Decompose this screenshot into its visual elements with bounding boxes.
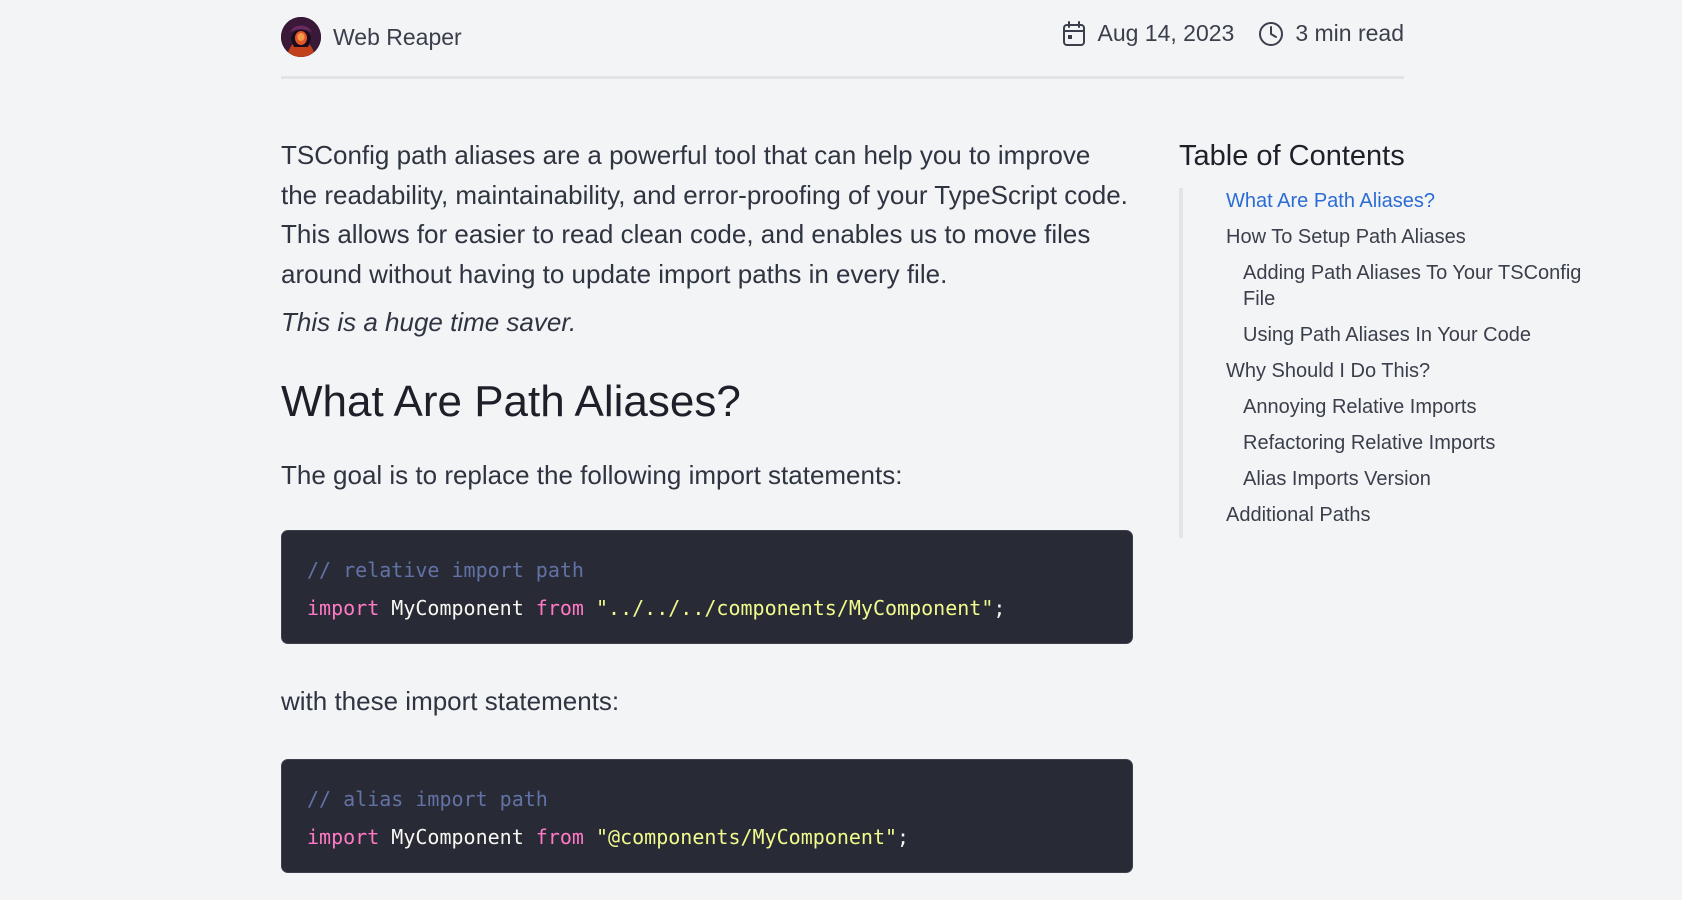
code-string: "@components/MyComponent" <box>596 825 898 849</box>
toc-item-what-are-path-aliases[interactable]: What Are Path Aliases? <box>1226 188 1599 214</box>
post-read-time-text: 3 min read <box>1295 20 1404 46</box>
toc-list: What Are Path Aliases? How To Setup Path… <box>1179 188 1599 538</box>
blog-post-page: Web Reaper Aug 14, 2023 3 min read TSCon… <box>0 0 1682 900</box>
section-heading: What Are Path Aliases? <box>281 377 741 426</box>
toc-item-alias-imports-version[interactable]: Alias Imports Version <box>1226 466 1599 492</box>
code-string: "../../../components/MyComponent" <box>596 596 994 620</box>
toc-item-refactoring-relative-imports[interactable]: Refactoring Relative Imports <box>1226 430 1599 456</box>
toc-item-additional-paths[interactable]: Additional Paths <box>1226 502 1599 538</box>
code-block-alias[interactable]: // alias import path import MyComponent … <box>281 759 1133 873</box>
code-identifier: MyComponent <box>391 596 524 620</box>
code-terminator: ; <box>897 825 910 849</box>
post-date-text: Aug 14, 2023 <box>1097 20 1235 46</box>
toc-item-using-path-aliases[interactable]: Using Path Aliases In Your Code <box>1226 322 1599 348</box>
post-meta: Aug 14, 2023 3 min read <box>1062 20 1404 47</box>
clock-icon <box>1259 21 1284 46</box>
with-paragraph: with these import statements: <box>281 686 620 716</box>
author-name[interactable]: Web Reaper <box>333 24 462 51</box>
tagline-paragraph: This is a huge time saver. <box>281 307 577 337</box>
code-keyword-import: import <box>307 825 380 849</box>
toc-item-how-to-setup-path-aliases[interactable]: How To Setup Path Aliases <box>1226 224 1599 250</box>
toc-title: Table of Contents <box>1179 140 1405 172</box>
intro-paragraph: TSConfig path aliases are a powerful too… <box>281 140 1128 289</box>
post-read-time: 3 min read <box>1258 20 1404 47</box>
code-comment: // relative import path <box>307 558 584 582</box>
code-keyword-from: from <box>535 596 584 620</box>
post-header: Web Reaper Aug 14, 2023 3 min read <box>281 0 1404 79</box>
post-date: Aug 14, 2023 <box>1062 20 1234 47</box>
avatar-image <box>281 17 321 57</box>
code-terminator: ; <box>993 596 1006 620</box>
author-avatar[interactable] <box>281 17 321 57</box>
author-info[interactable]: Web Reaper <box>281 17 462 57</box>
calendar-icon <box>1063 20 1086 46</box>
code-identifier: MyComponent <box>391 825 524 849</box>
code-comment: // alias import path <box>307 787 548 811</box>
article-body: TSConfig path aliases are a powerful too… <box>281 136 1133 873</box>
toc-item-annoying-relative-imports[interactable]: Annoying Relative Imports <box>1226 394 1599 420</box>
table-of-contents: Table of Contents What Are Path Aliases?… <box>1179 138 1599 538</box>
code-keyword-from: from <box>535 825 584 849</box>
code-keyword-import: import <box>307 596 380 620</box>
code-block-relative[interactable]: // relative import path import MyCompone… <box>281 530 1133 644</box>
toc-item-adding-path-aliases[interactable]: Adding Path Aliases To Your TSConfig Fil… <box>1226 260 1599 312</box>
toc-item-why-should-i-do-this[interactable]: Why Should I Do This? <box>1226 358 1599 384</box>
goal-paragraph: The goal is to replace the following imp… <box>281 460 903 490</box>
